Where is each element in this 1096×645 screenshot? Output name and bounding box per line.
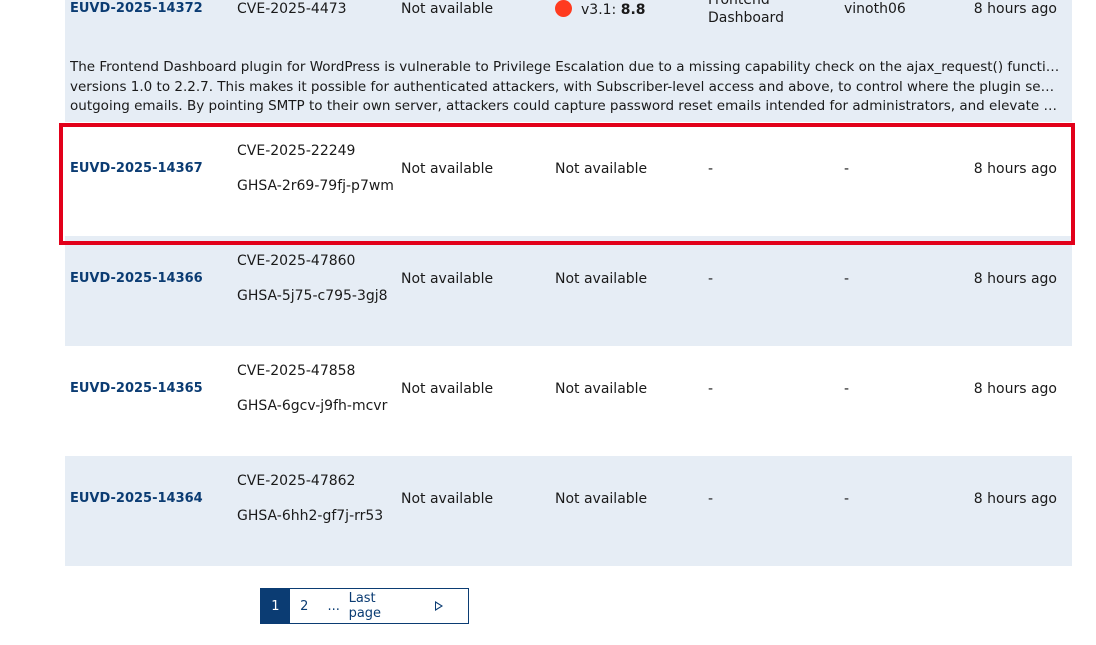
last-page-button[interactable]: Last page bbox=[349, 589, 411, 623]
pagination: 1 2 ... Last page bbox=[260, 588, 469, 624]
updated-time: 8 hours ago bbox=[973, 161, 1057, 177]
page-ellipsis: ... bbox=[327, 598, 340, 614]
score-version: v3.1: bbox=[581, 2, 617, 18]
severity-dot-icon bbox=[555, 0, 572, 17]
cve-alias: CVE-2025-47862 bbox=[237, 473, 356, 489]
epss-value: Not available bbox=[401, 271, 494, 287]
score-value: Not available bbox=[555, 161, 648, 177]
table-row: EUVD-2025-14365 CVE-2025-47858 GHSA-6gcv… bbox=[65, 346, 1072, 456]
ghsa-alias: GHSA-2r69-79fj-p7wm bbox=[237, 178, 394, 194]
product-name: - bbox=[708, 491, 714, 507]
vendor-name: - bbox=[844, 491, 850, 507]
description-line: versions 1.0 to 2.2.7. This makes it pos… bbox=[70, 78, 1060, 95]
table-row: EUVD-2025-14367 CVE-2025-22249 GHSA-2r69… bbox=[65, 122, 1072, 236]
epss-value: Not available bbox=[401, 381, 494, 397]
cve-alias: CVE-2025-47858 bbox=[237, 363, 356, 379]
vendor-name: vinoth06 bbox=[844, 1, 906, 17]
updated-time: 8 hours ago bbox=[973, 381, 1057, 397]
vulnerability-description: The Frontend Dashboard plugin for WordPr… bbox=[70, 58, 1060, 117]
cve-alias: CVE-2025-22249 bbox=[237, 143, 356, 159]
table-row: EUVD-2025-14364 CVE-2025-47862 GHSA-6hh2… bbox=[65, 456, 1072, 566]
vulnerability-table: EUVD-2025-14372 CVE-2025-4473 Not availa… bbox=[65, 0, 1072, 566]
next-page-button[interactable] bbox=[410, 589, 468, 623]
next-triangle-icon bbox=[435, 601, 444, 611]
epss-value: Not available bbox=[401, 161, 494, 177]
vendor-name: - bbox=[844, 161, 850, 177]
updated-time: 8 hours ago bbox=[973, 271, 1057, 287]
updated-time: 8 hours ago bbox=[973, 491, 1057, 507]
updated-time: 8 hours ago bbox=[973, 1, 1057, 17]
ghsa-alias: GHSA-5j75-c795-3gj8 bbox=[237, 288, 388, 304]
score-value: Not available bbox=[555, 491, 648, 507]
cve-alias: CVE-2025-47860 bbox=[237, 253, 356, 269]
score-value: 8.8 bbox=[620, 2, 646, 18]
ghsa-alias: GHSA-6hh2-gf7j-rr53 bbox=[237, 508, 384, 524]
product-name: - bbox=[708, 161, 714, 177]
ghsa-alias: GHSA-6gcv-j9fh-mcvr bbox=[237, 398, 388, 414]
product-name-line2: Dashboard bbox=[708, 10, 784, 26]
euvd-id-link[interactable]: EUVD-2025-14364 bbox=[70, 490, 203, 508]
description-line: The Frontend Dashboard plugin for WordPr… bbox=[70, 59, 1060, 75]
product-name: - bbox=[708, 271, 714, 287]
epss-value: Not available bbox=[401, 1, 494, 17]
product-name-line1: Frontend bbox=[708, 0, 770, 8]
description-line: outgoing emails. By pointing SMTP to the… bbox=[70, 98, 1060, 114]
vendor-name: - bbox=[844, 271, 850, 287]
score-value: Not available bbox=[555, 271, 648, 287]
product-name: - bbox=[708, 381, 714, 397]
cve-alias: CVE-2025-4473 bbox=[237, 1, 347, 17]
euvd-id-link[interactable]: EUVD-2025-14365 bbox=[70, 380, 203, 398]
euvd-id-link[interactable]: EUVD-2025-14372 bbox=[70, 0, 203, 18]
score-badge: v3.1: 8.8 bbox=[555, 0, 646, 19]
epss-value: Not available bbox=[401, 491, 494, 507]
page-1-button[interactable]: 1 bbox=[261, 589, 290, 623]
table-row: EUVD-2025-14372 CVE-2025-4473 Not availa… bbox=[65, 0, 1072, 122]
score-value: Not available bbox=[555, 381, 648, 397]
euvd-id-link[interactable]: EUVD-2025-14367 bbox=[70, 160, 203, 178]
page-2-button[interactable]: 2 bbox=[290, 589, 319, 623]
euvd-id-link[interactable]: EUVD-2025-14366 bbox=[70, 270, 203, 288]
vendor-name: - bbox=[844, 381, 850, 397]
table-row: EUVD-2025-14366 CVE-2025-47860 GHSA-5j75… bbox=[65, 236, 1072, 346]
